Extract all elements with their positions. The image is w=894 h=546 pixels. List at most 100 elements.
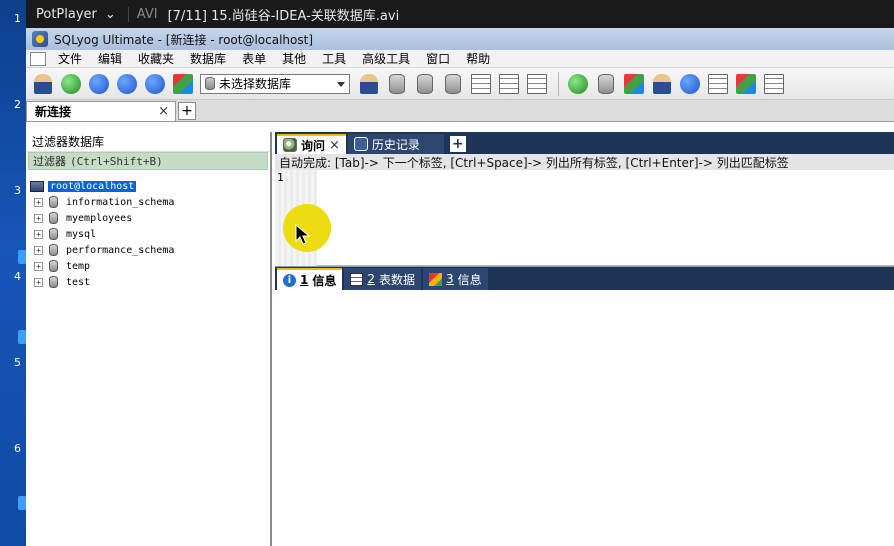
desktop-label: 4 [14,270,21,283]
db-copy-button[interactable] [440,71,466,97]
tree-item[interactable]: + information_schema [26,194,270,210]
tree-item[interactable]: + temp [26,258,270,274]
expand-icon[interactable]: + [34,229,43,239]
expand-icon[interactable]: + [34,277,43,287]
expand-icon[interactable]: + [34,245,43,255]
new-query-button[interactable] [58,71,84,97]
menu-table[interactable]: 表单 [236,50,276,67]
schema-sync-button[interactable] [565,71,591,97]
query-builder-button[interactable] [761,71,787,97]
server-icon [30,180,44,192]
sql-editor[interactable]: 1 [275,170,894,266]
menu-tools[interactable]: 工具 [316,50,356,67]
query-area: 询问 × 历史记录 + 自动完成: [Tab]-> 下一个标签, [Ctrl+S… [275,132,894,546]
menu-favorites[interactable]: 收藏夹 [132,50,184,67]
result-tabs: i 1 信息 2 表数据 3 信息 [275,266,894,290]
database-icon [389,73,405,94]
object-browser: 过滤器数据库 过滤器 (Ctrl+Shift+B) root@localhost… [26,132,272,546]
menu-help[interactable]: 帮助 [460,50,500,67]
data-sync-button[interactable] [593,71,619,97]
job-icon [680,73,700,94]
filter-shortcut: (Ctrl+Shift+B) [70,154,163,168]
user-manager-button[interactable] [356,71,382,97]
object-button[interactable] [170,71,196,97]
database-icon [445,73,461,94]
root-label: root@localhost [48,180,137,192]
tab-table-data[interactable]: 2 表数据 [344,268,422,290]
tree-root[interactable]: root@localhost [26,178,270,194]
compare-button[interactable] [621,71,647,97]
tab-label: 表数据 [379,272,416,287]
import-button[interactable] [649,71,675,97]
schema-designer-button[interactable] [733,71,759,97]
execute-edit-button[interactable] [142,71,168,97]
result-body[interactable] [275,290,894,546]
close-icon[interactable]: × [158,104,169,119]
database-icon [417,73,433,94]
monitor-button[interactable] [705,71,731,97]
app-title: SQLyog Ultimate - [新连接 - root@localhost] [54,32,314,47]
add-icon [61,73,81,94]
menu-database[interactable]: 数据库 [184,50,236,67]
menu-advanced-tools[interactable]: 高级工具 [356,50,420,67]
backup-button[interactable] [384,71,410,97]
tab-label: 新连接 [35,105,72,119]
menu-other[interactable]: 其他 [276,50,316,67]
monitor-icon [708,73,728,94]
database-tree: root@localhost + information_schema + myem… [26,170,270,290]
document-icon[interactable] [30,51,46,66]
info-icon: i [283,273,296,287]
tab-query[interactable]: 询问 × [277,134,346,154]
table-copy-button[interactable] [524,71,550,97]
menu-file[interactable]: 文件 [52,50,92,67]
tree-item[interactable]: + test [26,274,270,290]
expand-icon[interactable]: + [34,213,43,223]
table-schema-button[interactable] [496,71,522,97]
builder-icon [764,73,784,94]
menu-window[interactable]: 窗口 [420,50,460,67]
desktop-icon[interactable] [18,496,26,510]
app-titlebar: SQLyog Ultimate - [新连接 - root@localhost] [26,28,894,50]
add-query-tab-button[interactable]: + [449,136,466,152]
table-data-button[interactable] [468,71,494,97]
desktop-icon[interactable] [18,330,26,344]
player-menu-button[interactable]: PotPlayer ⌄ [26,7,124,22]
chevron-down-icon: ⌄ [104,6,116,22]
filter-input[interactable]: 过滤器 (Ctrl+Shift+B) [28,152,268,170]
tree-item[interactable]: + myemployees [26,210,270,226]
tree-item[interactable]: + mysql [26,226,270,242]
panel-title: 过滤器数据库 [26,132,270,152]
tab-messages[interactable]: i 1 信息 [277,268,343,290]
execute-all-button[interactable] [114,71,140,97]
tab-new-connection[interactable]: 新连接 × [26,101,176,121]
add-connection-button[interactable]: + [178,102,196,120]
tab-label: 历史记录 [371,137,420,152]
query-icon [283,138,297,152]
restore-button[interactable] [412,71,438,97]
close-icon[interactable]: × [329,138,340,153]
desktop-strip: 1 2 3 4 5 6 [0,0,26,546]
expand-icon[interactable]: + [34,261,43,271]
execute-button[interactable] [86,71,112,97]
tree-item[interactable]: + performance_schema [26,242,270,258]
tab-history[interactable]: 历史记录 [347,134,444,154]
table-icon [471,73,491,94]
edit-run-icon [145,73,165,94]
database-select[interactable]: 未选择数据库 [200,73,350,94]
menu-edit[interactable]: 编辑 [92,50,132,67]
job-button[interactable] [677,71,703,97]
toolbar: 未选择数据库 [26,68,894,100]
database-icon [49,244,58,256]
shapes-icon [173,73,193,94]
user-icon [360,73,378,94]
desktop-icon[interactable] [18,250,26,264]
database-name: information_schema [66,196,175,208]
autocomplete-hint: 自动完成: [Tab]-> 下一个标签, [Ctrl+Space]-> 列出所有… [275,154,894,170]
tab-info[interactable]: 3 信息 [423,268,488,290]
tab-label: 信息 [457,272,482,287]
database-name: myemployees [66,212,133,224]
expand-icon[interactable]: + [34,197,43,207]
database-icon [49,228,58,240]
table-icon [499,73,519,94]
connect-button[interactable] [30,71,56,97]
